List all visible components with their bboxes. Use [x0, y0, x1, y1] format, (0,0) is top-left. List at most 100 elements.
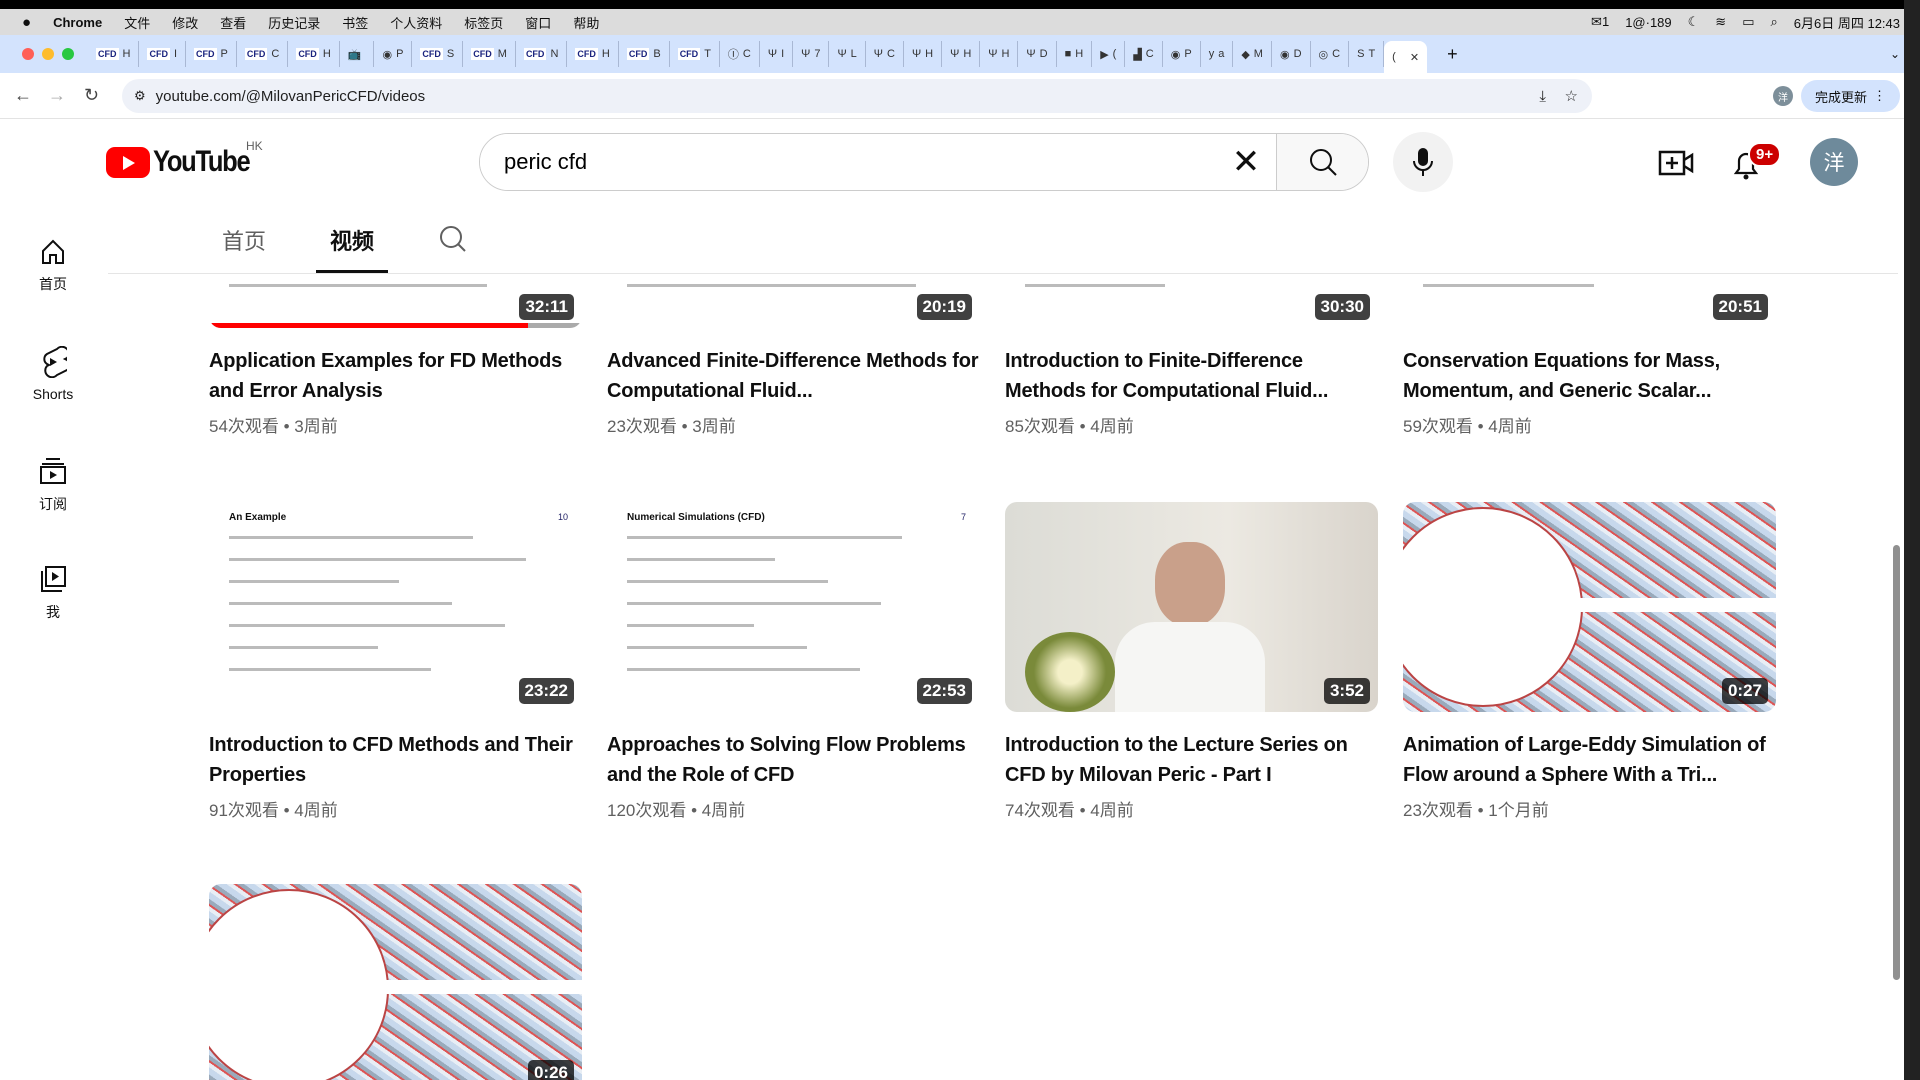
- forward-button[interactable]: →: [48, 85, 66, 106]
- menu-view[interactable]: 查看: [220, 13, 246, 32]
- menu-tabs[interactable]: 标签页: [464, 13, 503, 32]
- browser-tab[interactable]: ◉ P: [374, 41, 413, 67]
- browser-tab[interactable]: CFD C: [237, 41, 289, 67]
- video-title[interactable]: Animation of Large-Eddy Simulation of Fl…: [1403, 730, 1776, 790]
- menu-profiles[interactable]: 个人资料: [390, 13, 442, 32]
- vpn-status[interactable]: 1@·189: [1625, 15, 1671, 30]
- omnibox[interactable]: ⚙ youtube.com/@MilovanPericCFD/videos ⤓ …: [122, 79, 1592, 113]
- video-card[interactable]: 32:11 Application Examples for FD Methods…: [209, 274, 582, 437]
- video-card[interactable]: 30:30 Introduction to Finite-Difference M…: [1005, 274, 1378, 437]
- menu-bookmarks[interactable]: 书签: [342, 13, 368, 32]
- browser-tab[interactable]: ▟ C: [1125, 41, 1163, 67]
- video-thumbnail[interactable]: 20:51: [1403, 274, 1776, 328]
- bookmark-star-icon[interactable]: ☆: [1565, 87, 1578, 105]
- close-window-button[interactable]: [22, 48, 34, 60]
- menu-edit[interactable]: 修改: [172, 13, 198, 32]
- browser-tab[interactable]: ΨH: [904, 41, 943, 67]
- browser-tab[interactable]: ΨH: [980, 41, 1019, 67]
- wechat-icon[interactable]: ✉1: [1591, 14, 1609, 30]
- browser-tab[interactable]: CFD H: [88, 41, 140, 67]
- create-video-icon[interactable]: [1658, 148, 1694, 178]
- channel-tab-home[interactable]: 首页: [222, 224, 266, 256]
- browser-tab[interactable]: ▶(: [1092, 41, 1126, 67]
- search-input[interactable]: [480, 134, 1216, 190]
- new-tab-button[interactable]: +: [1447, 44, 1458, 65]
- video-card[interactable]: Numerical Simulations (CFD) 7 22:53 Approac…: [607, 502, 980, 821]
- browser-tab[interactable]: ΨD: [1018, 41, 1057, 67]
- browser-tab[interactable]: CFD N: [516, 41, 568, 67]
- video-title[interactable]: Introduction to Finite-Difference Method…: [1005, 346, 1378, 406]
- site-info-icon[interactable]: ⚙: [134, 88, 146, 104]
- video-thumbnail[interactable]: An Example 10 23:22: [209, 502, 582, 712]
- browser-tab[interactable]: ΨH: [942, 41, 981, 67]
- apple-icon[interactable]: ●: [22, 14, 31, 31]
- profile-avatar[interactable]: 洋: [1773, 86, 1793, 106]
- video-thumbnail[interactable]: 30:30: [1005, 274, 1378, 328]
- account-avatar[interactable]: 洋: [1810, 138, 1858, 186]
- browser-tab[interactable]: ◆ M: [1233, 41, 1272, 67]
- browser-tab[interactable]: CFD I: [139, 41, 187, 67]
- browser-tab[interactable]: ΨL: [829, 41, 866, 67]
- browser-tab[interactable]: ST: [1349, 41, 1385, 67]
- install-app-icon[interactable]: ⤓: [1539, 88, 1546, 105]
- video-thumbnail[interactable]: 0:26: [209, 884, 582, 1080]
- battery-icon[interactable]: ▭: [1742, 14, 1754, 30]
- spotlight-icon[interactable]: ⌕: [1771, 14, 1778, 30]
- menu-help[interactable]: 帮助: [573, 13, 599, 32]
- browser-tab[interactable]: Ψ7: [793, 41, 830, 67]
- video-card[interactable]: 20:51 Conservation Equations for Mass, Mo…: [1403, 274, 1776, 437]
- browser-tab[interactable]: CFD B: [619, 41, 670, 67]
- video-title[interactable]: Conservation Equations for Mass, Momentu…: [1403, 346, 1776, 406]
- video-card[interactable]: 0:27 Animation of Large-Eddy Simulation o…: [1403, 502, 1776, 821]
- reload-button[interactable]: ↻: [84, 85, 99, 106]
- clock[interactable]: 6月6日 周四 12:43: [1794, 13, 1900, 32]
- back-button[interactable]: ←: [14, 85, 32, 106]
- video-title[interactable]: Introduction to the Lecture Series on CF…: [1005, 730, 1378, 790]
- browser-tab[interactable]: Ⓘ C: [720, 41, 760, 67]
- browser-tab[interactable]: CFD S: [412, 41, 464, 67]
- search-button[interactable]: [1276, 134, 1368, 190]
- video-thumbnail[interactable]: 3:52: [1005, 502, 1378, 712]
- sidebar-item-home[interactable]: 首页: [14, 238, 92, 294]
- video-title[interactable]: Introduction to CFD Methods and Their Pr…: [209, 730, 582, 790]
- update-button[interactable]: 完成更新 ⋮: [1800, 80, 1900, 112]
- menu-history[interactable]: 历史记录: [268, 13, 320, 32]
- video-thumbnail[interactable]: Numerical Simulations (CFD) 7 22:53: [607, 502, 980, 712]
- browser-tab[interactable]: 📺: [340, 41, 375, 67]
- voice-search-button[interactable]: [1393, 132, 1453, 192]
- browser-tab[interactable]: CFD T: [670, 41, 720, 67]
- youtube-logo[interactable]: YouTube HK: [106, 139, 266, 179]
- tab-search-chevron-icon[interactable]: ⌄: [1890, 47, 1900, 61]
- video-card[interactable]: 3:52 Introduction to the Lecture Series o…: [1005, 502, 1378, 821]
- page-scrollbar[interactable]: [1893, 545, 1900, 980]
- browser-tab[interactable]: ya: [1201, 41, 1234, 67]
- video-card[interactable]: An Example 10 23:22 Introduction to CFD Met…: [209, 502, 582, 821]
- sidebar-item-shorts[interactable]: Shorts: [14, 346, 92, 402]
- video-title[interactable]: Application Examples for FD Methods and …: [209, 346, 582, 406]
- browser-tab[interactable]: ■ H: [1057, 41, 1093, 67]
- menu-app[interactable]: Chrome: [53, 15, 102, 30]
- video-title[interactable]: Approaches to Solving Flow Problems and …: [607, 730, 980, 790]
- browser-tab[interactable]: CFD M: [463, 41, 516, 67]
- channel-tab-videos[interactable]: 视频: [330, 224, 374, 256]
- minimize-window-button[interactable]: [42, 48, 54, 60]
- sidebar-item-you[interactable]: 我: [14, 564, 92, 622]
- browser-tab[interactable]: ΨI: [760, 41, 794, 67]
- sidebar-item-subscriptions[interactable]: 订阅: [14, 456, 92, 514]
- close-tab-icon[interactable]: ✕: [1410, 51, 1419, 64]
- video-card[interactable]: 0:26: [209, 884, 582, 1080]
- video-thumbnail[interactable]: 20:19: [607, 274, 980, 328]
- browser-tab[interactable]: ◉ D: [1272, 41, 1311, 67]
- browser-tab[interactable]: ◉ P: [1163, 41, 1201, 67]
- zoom-window-button[interactable]: [62, 48, 74, 60]
- channel-search-icon[interactable]: [438, 224, 468, 254]
- video-card[interactable]: 20:19 Advanced Finite-Difference Methods …: [607, 274, 980, 437]
- moon-icon[interactable]: ☾: [1688, 14, 1700, 30]
- browser-tab[interactable]: ◎ C: [1311, 41, 1350, 67]
- browser-tab[interactable]: ΨC: [866, 41, 904, 67]
- active-tab[interactable]: (✕: [1384, 41, 1428, 73]
- video-title[interactable]: Advanced Finite-Difference Methods for C…: [607, 346, 980, 406]
- browser-tab[interactable]: CFD H: [288, 41, 340, 67]
- video-thumbnail[interactable]: 0:27: [1403, 502, 1776, 712]
- browser-tab[interactable]: CFD H: [567, 41, 619, 67]
